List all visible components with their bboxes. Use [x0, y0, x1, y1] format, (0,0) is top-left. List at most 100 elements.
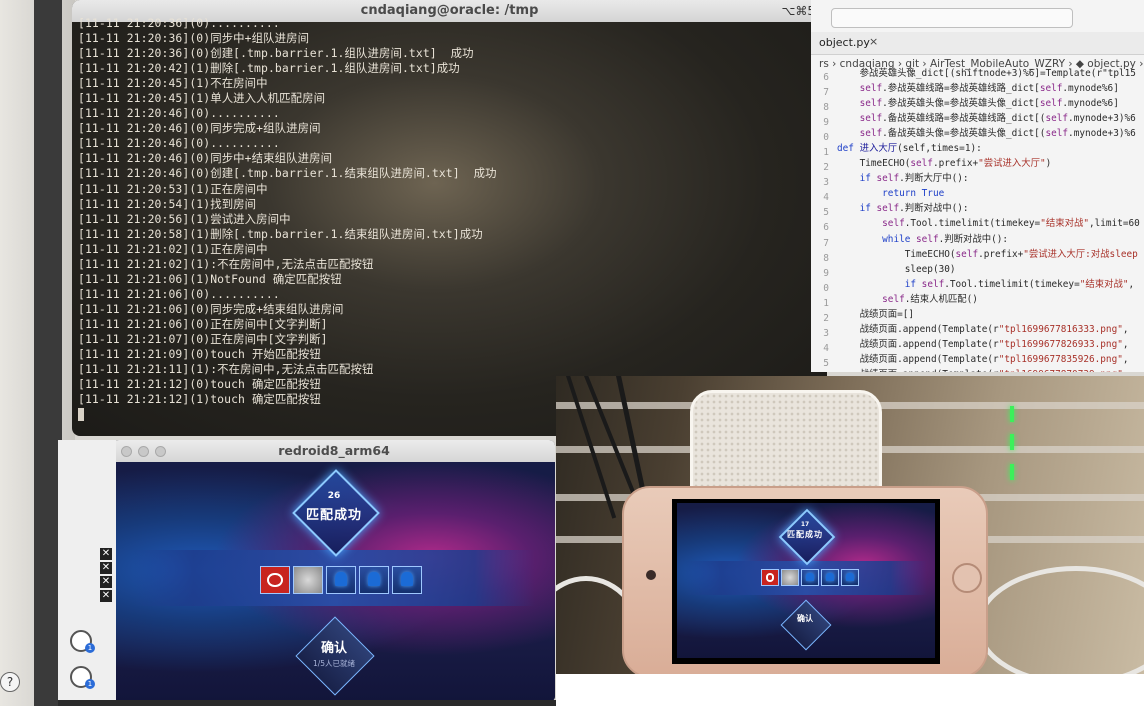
code-token: 参战英雄头像_dict[(shiftnode+3)%6]=Template(r"… [837, 68, 1136, 79]
code-line[interactable]: self.Tool.timelimit(timekey="结束对战",limit… [837, 216, 1140, 231]
tab-close-icon[interactable]: × [869, 35, 878, 48]
code-token: if [859, 173, 877, 185]
log-line: [11-11 21:20:58](1)删除[.tmp.barrier.1.结束组… [78, 226, 483, 241]
confirm-label: 确认 [320, 641, 347, 656]
code-token: ,limit=60 [1089, 218, 1140, 230]
code-line[interactable]: self.参战英雄头像=参战英雄头像_dict[self.mynode%6] [837, 96, 1140, 111]
code-token: return True [882, 188, 945, 200]
line-number: 7 [823, 87, 829, 99]
code-token: .判断对战中(): [899, 203, 969, 215]
log-line: [11-11 21:21:11](1):不在房间中,无法点击匹配按钮 [78, 362, 374, 377]
code-line[interactable]: self.结束人机匹配() [837, 292, 1140, 307]
close-icon[interactable]: ✕ [100, 562, 112, 574]
status-led [1010, 434, 1014, 450]
code-token: .参战英雄线路=参战英雄线路_dict[ [882, 83, 1040, 95]
log-line: [11-11 21:20:36](0)同步中+组队进房间 [78, 31, 310, 46]
line-number: 8 [823, 102, 829, 114]
status-led [1010, 406, 1014, 422]
emulator-title: redroid8_arm64 [278, 443, 390, 458]
code-token: "tpl1699677816333.png" [998, 323, 1123, 335]
code-line[interactable]: self.备战英雄线路=参战英雄线路_dict[(self.mynode+3)%… [837, 111, 1140, 126]
log-line: [11-11 21:21:02](1)正在房间中 [78, 241, 268, 256]
code-token: "尝试进入大厅:对战sleep [1023, 248, 1138, 260]
code-line[interactable]: def 进入大厅(self,times=1): [837, 141, 1140, 156]
log-line: [11-11 21:20:36](0)创建[.tmp.barrier.1.组队进… [78, 46, 474, 61]
code-token: 战绩页面.append(Template(r [837, 323, 999, 335]
text-cursor [78, 408, 84, 422]
code-line[interactable]: 战绩页面.append(Template(r"tpl1699677816333.… [837, 322, 1140, 337]
phone-screen: 17 匹配成功 确认 [677, 503, 935, 658]
code-token: self [876, 173, 900, 185]
log-line: [11-11 21:20:46](0)同步中+结束组队进房间 [78, 151, 333, 166]
log-line: [11-11 21:21:06](1)NotFound 确定匹配按钮 [78, 271, 342, 286]
code-line[interactable]: 战绩页面=[] [837, 307, 1140, 322]
code-line[interactable]: 参战英雄头像_dict[(shiftnode+3)%6]=Template(r"… [837, 66, 1140, 81]
line-number: 6 [823, 72, 829, 83]
code-line[interactable]: TimeECHO(self.prefix+"尝试进入大厅:对战sleep [837, 247, 1140, 262]
code-token: self [1039, 98, 1063, 110]
line-number-gutter: 6789012345678901234567890 [811, 70, 833, 370]
code-line[interactable]: 战绩页面.append(Template(r"tpl1699677826933.… [837, 337, 1140, 352]
code-token: self [955, 248, 979, 260]
code-line[interactable]: return True [837, 186, 1140, 201]
code-line[interactable]: self.备战英雄头像=参战英雄头像_dict[(self.mynode+3)%… [837, 126, 1140, 141]
code-line[interactable]: if self.Tool.timelimit(timekey="结束对战", [837, 277, 1140, 292]
code-line[interactable]: 战绩页面.append(Template(r"tpl1699677870739.… [837, 367, 1140, 372]
close-icon[interactable]: ✕ [100, 576, 112, 588]
code-token: .prefix+ [978, 248, 1024, 260]
line-number: 5 [823, 357, 829, 369]
editor-search-input[interactable] [831, 8, 1073, 28]
code-line[interactable]: 战绩页面.append(Template(r"tpl1699677835926.… [837, 352, 1140, 367]
log-line: [11-11 21:20:56](1)尝试进入房间中 [78, 211, 291, 226]
emulator-titlebar[interactable]: redroid8_arm64 [113, 440, 555, 462]
terminal-window[interactable]: cndaqiang@oracle: /tmp ⌥⌘5 [11-11 21:20:… [72, 0, 827, 436]
code-line[interactable]: TimeECHO(self.prefix+"尝试进入大厅") [837, 156, 1140, 171]
terminal-output[interactable]: [11-11 21:20:36](0).......... [11-11 21:2… [78, 16, 823, 436]
log-line: [11-11 21:21:09](0)touch 开始匹配按钮 [78, 347, 321, 362]
emulator-window[interactable]: redroid8_arm64 26 匹配成功 确认 1/5人已就绪 [113, 440, 555, 702]
code-token: if [904, 278, 922, 290]
line-number: 3 [823, 177, 829, 189]
code-token: self [876, 203, 900, 215]
code-line[interactable]: sleep(30) [837, 262, 1140, 277]
code-token: 战绩页面.append(Template(r [837, 369, 999, 372]
emulator-screen[interactable]: 26 匹配成功 确认 1/5人已就绪 [113, 462, 555, 702]
code-token: , [1122, 338, 1129, 350]
code-line[interactable]: while self.判断对战中(): [837, 232, 1140, 247]
code-token: "tpl1699677835926.png" [998, 353, 1123, 365]
code-editor[interactable]: object.py × rs › cndaqiang › git › AirTe… [811, 0, 1144, 372]
log-line: [11-11 21:20:46](0)创建[.tmp.barrier.1.结束组… [78, 166, 497, 181]
code-token: 战绩页面.append(Template(r [837, 353, 999, 365]
confirm-button[interactable] [295, 616, 375, 696]
close-icon[interactable]: ✕ [100, 590, 112, 602]
countdown-timer: 17 [800, 521, 810, 528]
code-token: TimeECHO( [837, 158, 911, 170]
close-icon[interactable]: ✕ [100, 548, 112, 560]
code-area[interactable]: 参战英雄头像_dict[(shiftnode+3)%6]=Template(r"… [837, 66, 1140, 372]
code-line[interactable]: if self.判断对战中(): [837, 201, 1140, 216]
line-number: 1 [823, 297, 829, 309]
editor-tabbar: object.py × [811, 32, 1144, 55]
help-icon[interactable]: ? [0, 672, 20, 692]
player-avatar-3 [326, 566, 356, 594]
code-token: .判断对战中(): [938, 233, 1009, 245]
log-line: [11-11 21:20:53](1)正在房间中 [78, 181, 268, 196]
log-line: [11-11 21:20:36](0).......... [78, 16, 280, 30]
code-line[interactable]: self.参战英雄线路=参战英雄线路_dict[self.mynode%6] [837, 81, 1140, 96]
notification-badge: 1 [85, 679, 95, 689]
code-token: "tpl1699677870739.png" [999, 369, 1123, 372]
code-line[interactable]: if self.判断大厅中(): [837, 171, 1140, 186]
code-token: .判断大厅中(): [899, 173, 969, 185]
line-number: 4 [823, 192, 829, 204]
tab-object-py[interactable]: object.py [819, 36, 870, 49]
code-token: .mynode%6] [1062, 98, 1119, 110]
code-token: self [1045, 113, 1069, 125]
line-number: 7 [823, 237, 829, 249]
phone-screen-bezel: 17 匹配成功 确认 [672, 499, 940, 664]
code-token: self [859, 83, 883, 95]
